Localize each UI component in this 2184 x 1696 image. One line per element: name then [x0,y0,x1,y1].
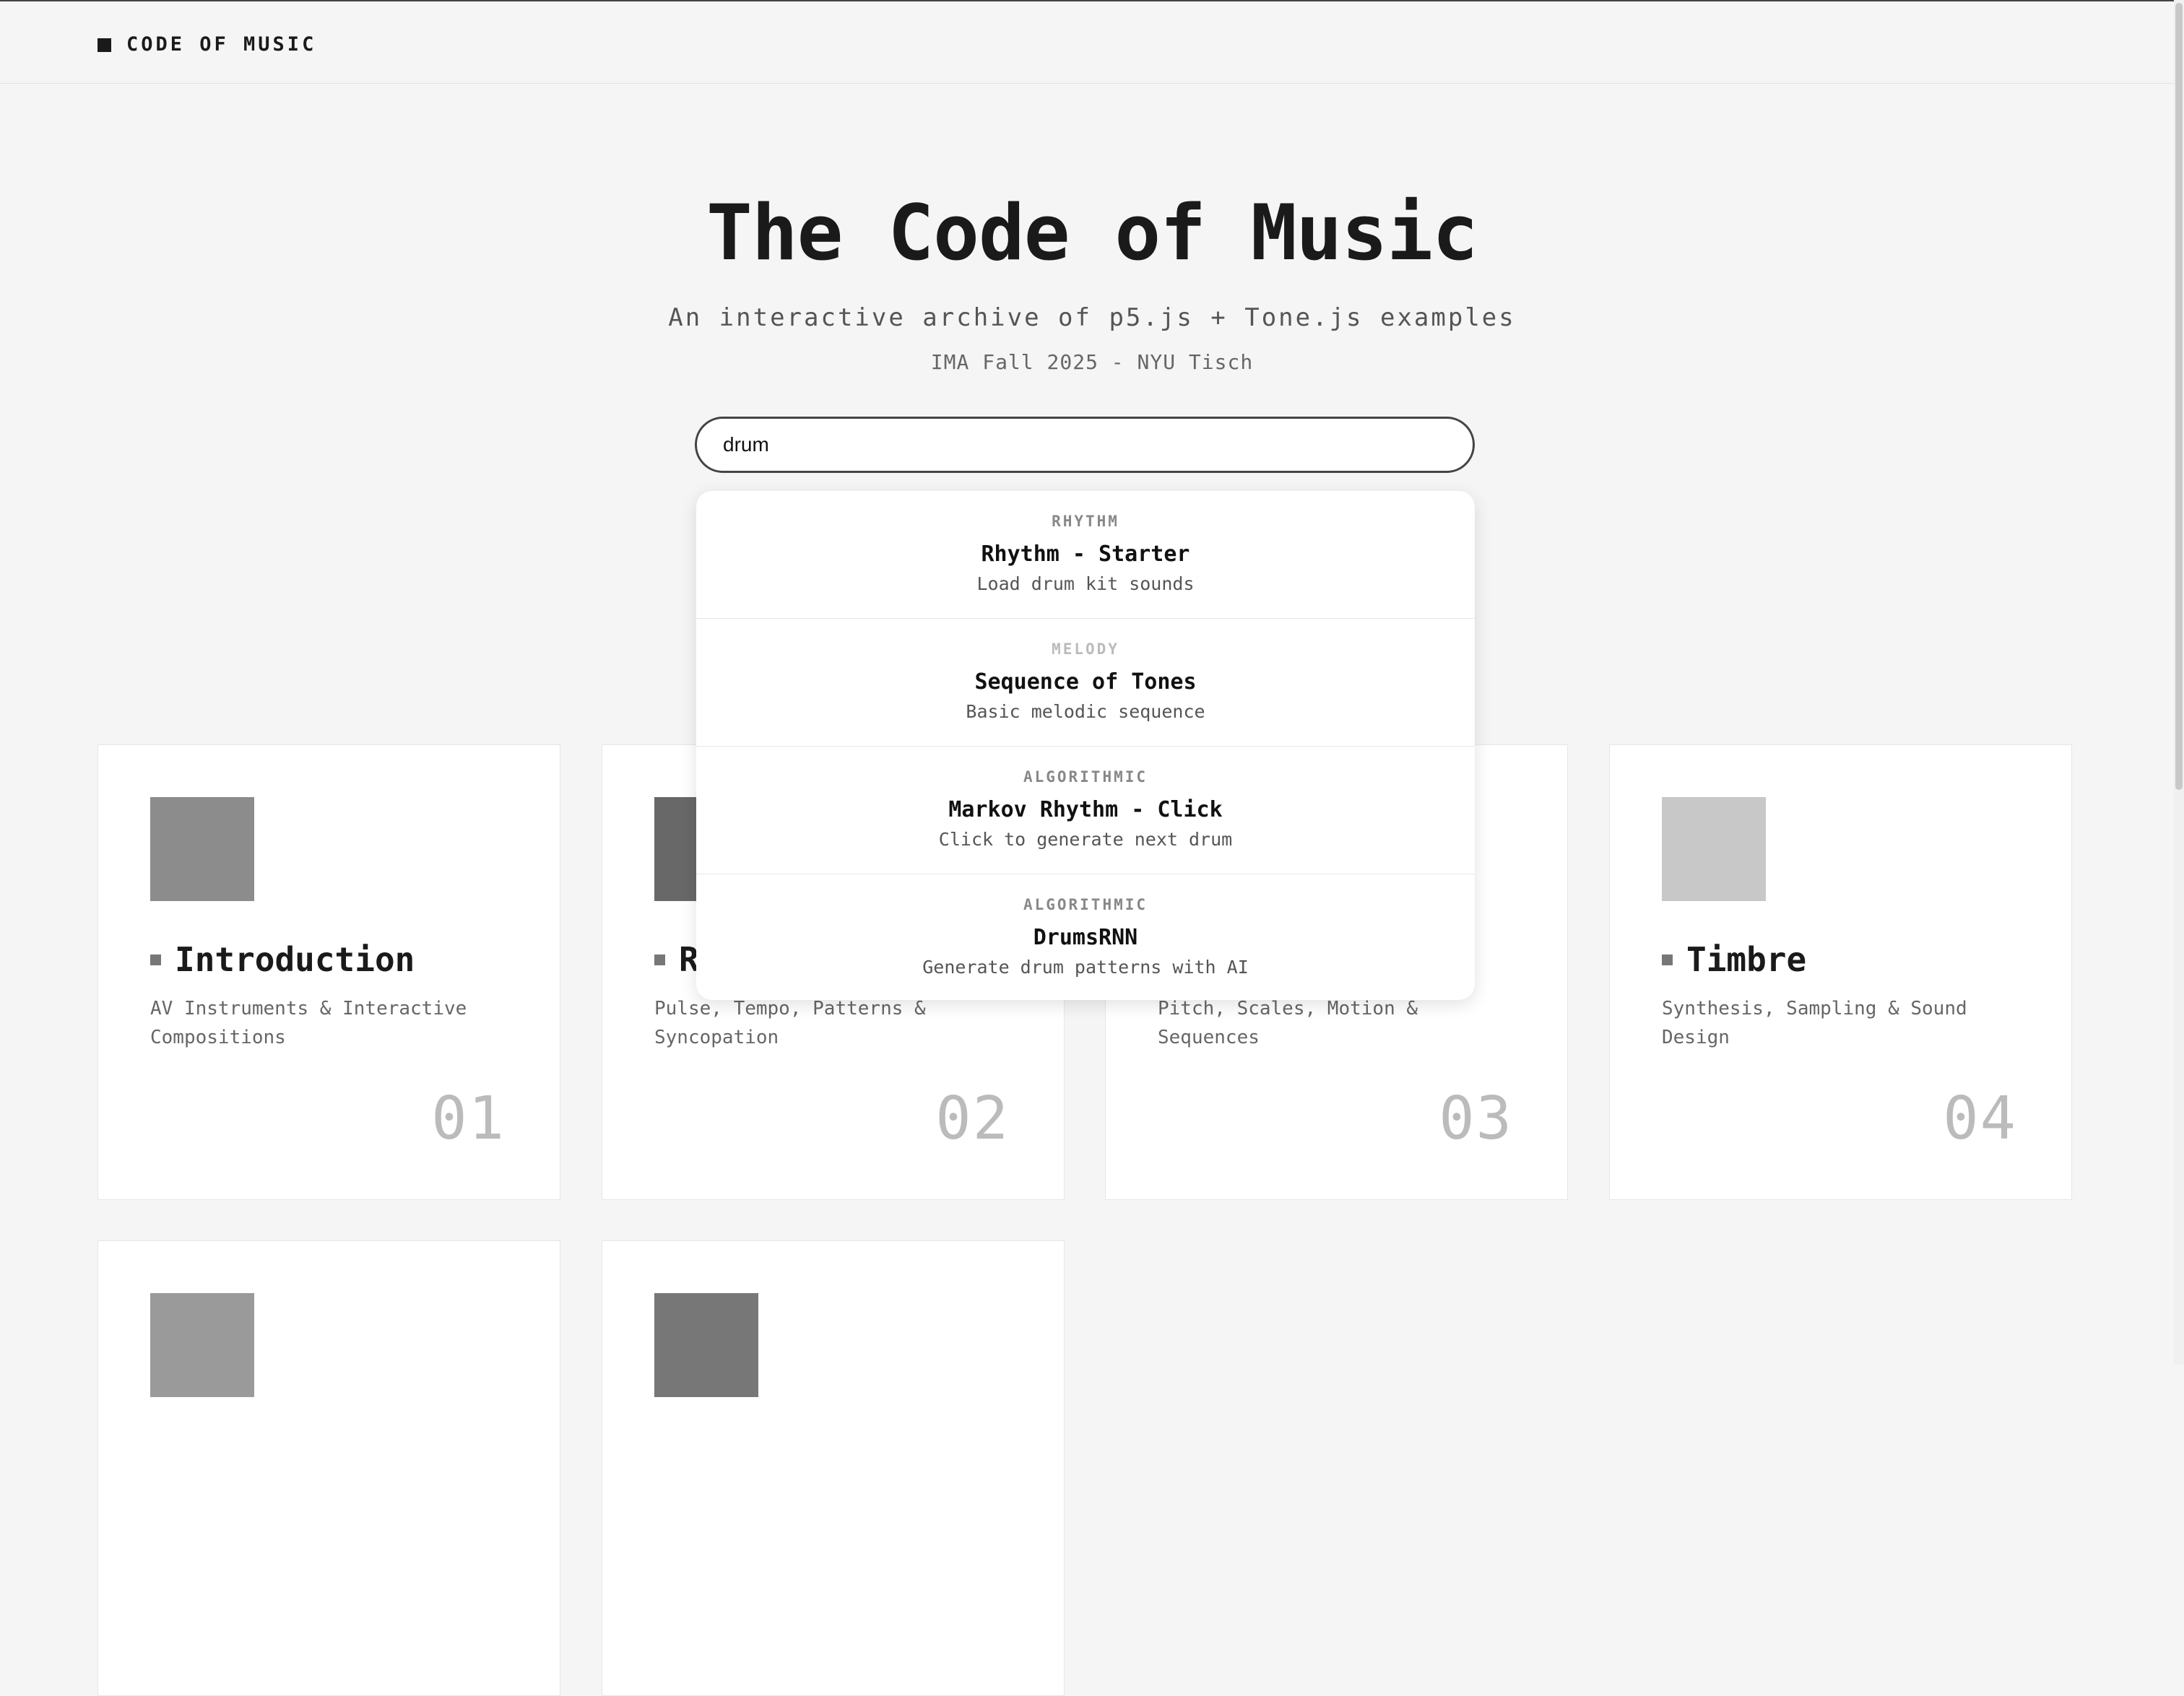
result-title: Markov Rhythm - Click [948,797,1223,822]
category-card-5[interactable] [98,1240,560,1696]
result-category: ALGORITHMIC [1023,896,1148,913]
square-bullet-icon [654,954,665,965]
card-description: Synthesis, Sampling & Sound Design [1662,998,1967,1048]
page-subtitle: An interactive archive of p5.js + Tone.j… [668,303,1516,332]
search-result-item[interactable]: ALGORITHMIC Markov Rhythm - Click Click … [696,747,1475,874]
search-input[interactable] [695,417,1475,473]
course-meta: IMA Fall 2025 - NYU Tisch [930,350,1254,374]
card-description: Pitch, Scales, Motion & Sequences [1158,998,1418,1048]
result-title: Rhythm - Starter [981,542,1190,567]
result-description: Load drum kit sounds [976,573,1195,594]
card-thumbnail [150,797,254,901]
square-bullet-icon [1662,954,1673,965]
result-description: Basic melodic sequence [966,701,1205,722]
search-result-item[interactable]: MELODY Sequence of Tones Basic melodic s… [696,619,1475,747]
category-card-introduction[interactable]: Introduction AV Instruments & Interactiv… [98,744,560,1200]
card-number: 01 [431,1084,506,1153]
page-title: The Code of Music [706,188,1478,277]
top-nav-bar: CODE OF MUSIC [0,0,2184,84]
category-card-6[interactable] [602,1240,1065,1696]
search-result-item[interactable]: ALGORITHMIC DrumsRNN Generate drum patte… [696,874,1475,1000]
result-description: Generate drum patterns with AI [922,957,1249,978]
result-description: Click to generate next drum [938,829,1233,850]
page-scrollbar[interactable] [2174,0,2184,1365]
card-number: 03 [1439,1084,1513,1153]
site-brand-link[interactable]: CODE OF MUSIC [126,30,316,59]
card-thumbnail [1662,797,1766,901]
card-thumbnail [654,1293,758,1397]
card-description: AV Instruments & Interactive Composition… [150,998,467,1048]
card-title: Timbre [1686,940,1807,979]
card-number: 02 [935,1084,1010,1153]
result-category: RHYTHM [1052,513,1119,530]
scrollbar-thumb[interactable] [2175,3,2183,790]
card-number: 04 [1943,1084,2017,1153]
search-results-dropdown: RHYTHM Rhythm - Starter Load drum kit so… [696,491,1475,1000]
result-category: ALGORITHMIC [1023,768,1148,786]
category-card-timbre[interactable]: Timbre Synthesis, Sampling & Sound Desig… [1609,744,2072,1200]
logo-square-icon [98,38,111,52]
result-title: DrumsRNN [1033,925,1138,950]
search-result-item[interactable]: RHYTHM Rhythm - Starter Load drum kit so… [696,491,1475,619]
card-title: Introduction [175,940,415,979]
card-thumbnail [150,1293,254,1397]
square-bullet-icon [150,954,161,965]
result-title: Sequence of Tones [974,669,1197,695]
card-description: Pulse, Tempo, Patterns & Syncopation [654,998,926,1048]
result-category: MELODY [1052,640,1119,658]
